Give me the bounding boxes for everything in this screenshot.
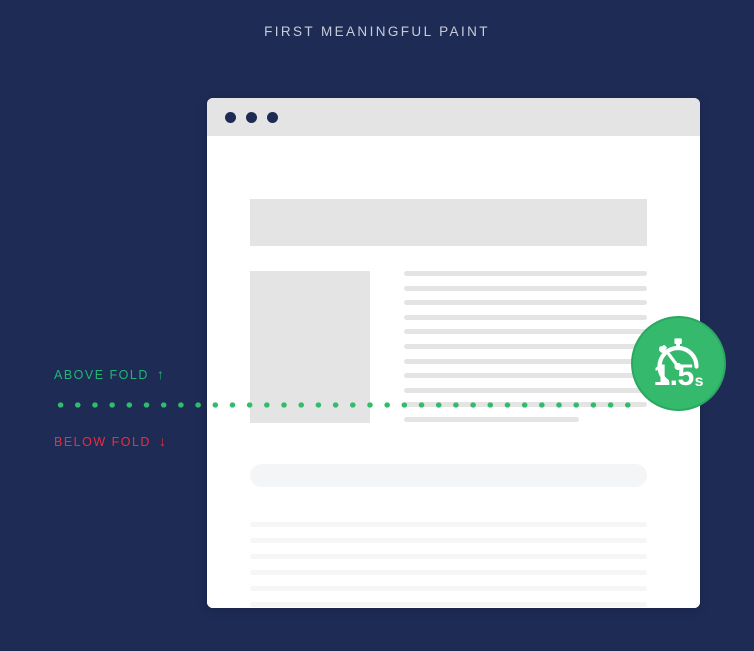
browser-window <box>207 98 700 608</box>
window-minimize-dot-icon[interactable] <box>246 111 257 123</box>
text-line-placeholder <box>404 300 647 306</box>
text-line-placeholder <box>404 329 647 335</box>
text-line-placeholder <box>250 586 647 591</box>
text-line-placeholder <box>404 285 647 291</box>
below-fold-text-lines <box>250 522 647 608</box>
below-fold-label-text: BELOW FOLD <box>54 435 151 449</box>
text-line-placeholder <box>404 314 647 320</box>
rounded-bar-placeholder <box>250 464 647 487</box>
browser-content <box>207 136 700 608</box>
text-line-placeholder <box>404 373 647 379</box>
page-title: FIRST MEANINGFUL PAINT <box>264 24 490 39</box>
timer-number: 1.5 <box>653 359 694 392</box>
below-fold-label: BELOW FOLD ↓ <box>54 433 166 449</box>
window-maximize-dot-icon[interactable] <box>267 111 278 123</box>
screenshot-stage: FIRST MEANINGFUL PAINT ABOVE FOLD ↑ BELOW… <box>0 0 754 651</box>
fold-divider-line <box>52 402 638 408</box>
image-placeholder <box>250 271 370 423</box>
hero-banner-placeholder <box>250 199 647 246</box>
text-line-placeholder <box>404 387 647 393</box>
text-line-placeholder <box>250 538 647 543</box>
text-line-placeholder <box>404 271 647 276</box>
above-fold-label: ABOVE FOLD ↑ <box>54 366 164 382</box>
text-line-placeholder <box>250 602 647 607</box>
text-line-placeholder <box>250 570 647 575</box>
timer-value: 1.5 s <box>633 318 724 409</box>
text-line-placeholder <box>404 416 579 422</box>
text-line-placeholder <box>250 554 647 559</box>
text-line-placeholder <box>250 522 647 527</box>
window-close-dot-icon[interactable] <box>225 111 236 123</box>
text-line-placeholder <box>404 358 647 364</box>
arrow-up-icon: ↑ <box>156 366 164 382</box>
browser-titlebar <box>207 98 700 136</box>
timer-unit: s <box>694 373 704 390</box>
timer-badge: 1.5 s <box>633 318 724 409</box>
above-fold-label-text: ABOVE FOLD <box>54 368 149 382</box>
arrow-down-icon: ↓ <box>158 433 166 449</box>
text-line-placeholder <box>404 343 647 349</box>
